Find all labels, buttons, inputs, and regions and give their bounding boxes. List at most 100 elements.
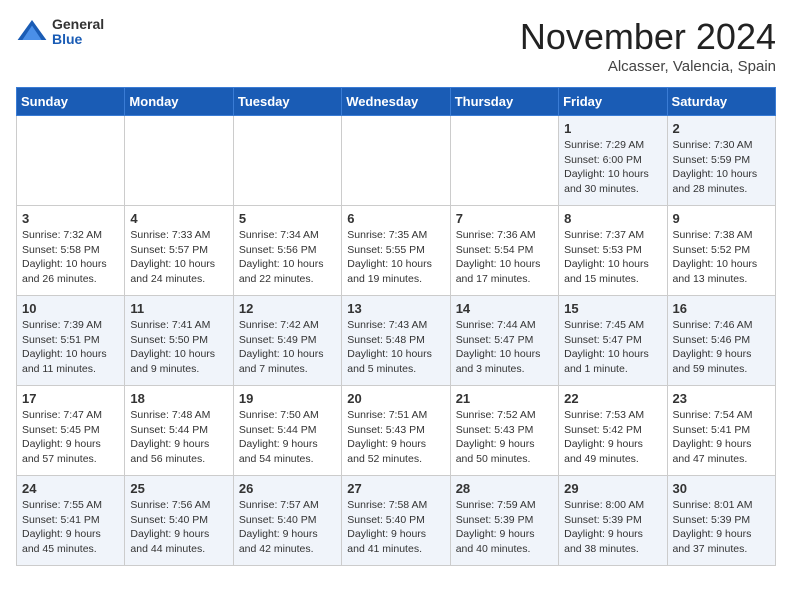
day-number: 21	[456, 391, 553, 406]
page-header: General Blue November 2024 Alcasser, Val…	[16, 16, 776, 75]
calendar-cell	[450, 116, 558, 206]
calendar-cell: 18 Sunrise: 7:48 AM Sunset: 5:44 PM Dayli…	[125, 386, 233, 476]
weekday-header: Tuesday	[233, 88, 341, 116]
day-info: Sunrise: 7:47 AM Sunset: 5:45 PM Dayligh…	[22, 408, 119, 467]
weekday-header: Thursday	[450, 88, 558, 116]
day-info: Sunrise: 7:53 AM Sunset: 5:42 PM Dayligh…	[564, 408, 661, 467]
day-info: Sunrise: 7:56 AM Sunset: 5:40 PM Dayligh…	[130, 498, 227, 557]
calendar-cell: 14 Sunrise: 7:44 AM Sunset: 5:47 PM Dayli…	[450, 296, 558, 386]
weekday-header: Sunday	[17, 88, 125, 116]
day-info: Sunrise: 7:59 AM Sunset: 5:39 PM Dayligh…	[456, 498, 553, 557]
day-info: Sunrise: 7:55 AM Sunset: 5:41 PM Dayligh…	[22, 498, 119, 557]
title-block: November 2024 Alcasser, Valencia, Spain	[520, 16, 776, 75]
calendar-week-row: 3Sunrise: 7:32 AM Sunset: 5:58 PM Daylig…	[17, 206, 776, 296]
day-number: 12	[239, 301, 336, 316]
day-info: Sunrise: 7:39 AM Sunset: 5:51 PM Dayligh…	[22, 318, 119, 377]
day-number: 19	[239, 391, 336, 406]
calendar-cell: 5 Sunrise: 7:34 AM Sunset: 5:56 PM Daylig…	[233, 206, 341, 296]
calendar-cell: 4Sunrise: 7:33 AM Sunset: 5:57 PM Daylig…	[125, 206, 233, 296]
day-number: 30	[673, 481, 770, 496]
month-title: November 2024	[520, 16, 776, 58]
day-number: 28	[456, 481, 553, 496]
calendar-cell	[233, 116, 341, 206]
calendar-cell: 11 Sunrise: 7:41 AM Sunset: 5:50 PM Dayli…	[125, 296, 233, 386]
day-info: Sunrise: 7:34 AM Sunset: 5:56 PM Dayligh…	[239, 228, 336, 287]
day-info: Sunrise: 7:48 AM Sunset: 5:44 PM Dayligh…	[130, 408, 227, 467]
calendar-cell: 27 Sunrise: 7:58 AM Sunset: 5:40 PM Dayli…	[342, 476, 450, 566]
calendar-header: SundayMondayTuesdayWednesdayThursdayFrid…	[17, 88, 776, 116]
day-number: 25	[130, 481, 227, 496]
day-number: 9	[673, 211, 770, 226]
calendar-cell: 10 Sunrise: 7:39 AM Sunset: 5:51 PM Dayli…	[17, 296, 125, 386]
logo-icon	[16, 16, 48, 48]
calendar-week-row: 1 Sunrise: 7:29 AM Sunset: 6:00 PM Daylig…	[17, 116, 776, 206]
day-info: Sunrise: 7:36 AM Sunset: 5:54 PM Dayligh…	[456, 228, 553, 287]
day-info: Sunrise: 7:29 AM Sunset: 6:00 PM Dayligh…	[564, 138, 661, 197]
day-info: Sunrise: 7:57 AM Sunset: 5:40 PM Dayligh…	[239, 498, 336, 557]
calendar-cell: 9Sunrise: 7:38 AM Sunset: 5:52 PM Daylig…	[667, 206, 775, 296]
day-info: Sunrise: 8:00 AM Sunset: 5:39 PM Dayligh…	[564, 498, 661, 557]
day-number: 7	[456, 211, 553, 226]
calendar-cell: 13Sunrise: 7:43 AM Sunset: 5:48 PM Dayli…	[342, 296, 450, 386]
day-number: 24	[22, 481, 119, 496]
calendar-cell: 2 Sunrise: 7:30 AM Sunset: 5:59 PM Daylig…	[667, 116, 775, 206]
logo-text: General Blue	[52, 17, 104, 48]
calendar-cell	[125, 116, 233, 206]
weekday-header: Friday	[559, 88, 667, 116]
day-number: 10	[22, 301, 119, 316]
day-number: 2	[673, 121, 770, 136]
day-info: Sunrise: 7:58 AM Sunset: 5:40 PM Dayligh…	[347, 498, 444, 557]
day-number: 27	[347, 481, 444, 496]
day-info: Sunrise: 7:52 AM Sunset: 5:43 PM Dayligh…	[456, 408, 553, 467]
calendar-cell: 25 Sunrise: 7:56 AM Sunset: 5:40 PM Dayli…	[125, 476, 233, 566]
logo-blue: Blue	[52, 32, 104, 47]
day-number: 13	[347, 301, 444, 316]
day-number: 1	[564, 121, 661, 136]
calendar-cell: 15 Sunrise: 7:45 AM Sunset: 5:47 PM Dayli…	[559, 296, 667, 386]
calendar-cell: 30Sunrise: 8:01 AM Sunset: 5:39 PM Dayli…	[667, 476, 775, 566]
day-info: Sunrise: 7:44 AM Sunset: 5:47 PM Dayligh…	[456, 318, 553, 377]
calendar-cell: 22 Sunrise: 7:53 AM Sunset: 5:42 PM Dayli…	[559, 386, 667, 476]
weekday-header: Saturday	[667, 88, 775, 116]
day-number: 6	[347, 211, 444, 226]
day-number: 20	[347, 391, 444, 406]
day-info: Sunrise: 7:46 AM Sunset: 5:46 PM Dayligh…	[673, 318, 770, 377]
day-number: 26	[239, 481, 336, 496]
day-number: 22	[564, 391, 661, 406]
calendar-cell	[342, 116, 450, 206]
day-info: Sunrise: 7:51 AM Sunset: 5:43 PM Dayligh…	[347, 408, 444, 467]
day-number: 17	[22, 391, 119, 406]
calendar-cell: 8Sunrise: 7:37 AM Sunset: 5:53 PM Daylig…	[559, 206, 667, 296]
location: Alcasser, Valencia, Spain	[520, 58, 776, 75]
day-number: 23	[673, 391, 770, 406]
calendar-cell: 21 Sunrise: 7:52 AM Sunset: 5:43 PM Dayli…	[450, 386, 558, 476]
day-number: 18	[130, 391, 227, 406]
calendar-body: 1 Sunrise: 7:29 AM Sunset: 6:00 PM Daylig…	[17, 116, 776, 566]
calendar-cell: 28 Sunrise: 7:59 AM Sunset: 5:39 PM Dayli…	[450, 476, 558, 566]
day-number: 11	[130, 301, 227, 316]
calendar-cell: 3Sunrise: 7:32 AM Sunset: 5:58 PM Daylig…	[17, 206, 125, 296]
day-number: 4	[130, 211, 227, 226]
day-number: 14	[456, 301, 553, 316]
day-number: 5	[239, 211, 336, 226]
logo-general: General	[52, 17, 104, 32]
calendar-cell: 17 Sunrise: 7:47 AM Sunset: 5:45 PM Dayli…	[17, 386, 125, 476]
calendar-week-row: 10 Sunrise: 7:39 AM Sunset: 5:51 PM Dayli…	[17, 296, 776, 386]
calendar-week-row: 17 Sunrise: 7:47 AM Sunset: 5:45 PM Dayli…	[17, 386, 776, 476]
weekday-row: SundayMondayTuesdayWednesdayThursdayFrid…	[17, 88, 776, 116]
calendar-cell: 24 Sunrise: 7:55 AM Sunset: 5:41 PM Dayli…	[17, 476, 125, 566]
day-info: Sunrise: 7:41 AM Sunset: 5:50 PM Dayligh…	[130, 318, 227, 377]
calendar-cell: 1 Sunrise: 7:29 AM Sunset: 6:00 PM Daylig…	[559, 116, 667, 206]
day-number: 16	[673, 301, 770, 316]
day-info: Sunrise: 7:45 AM Sunset: 5:47 PM Dayligh…	[564, 318, 661, 377]
calendar-table: SundayMondayTuesdayWednesdayThursdayFrid…	[16, 87, 776, 566]
weekday-header: Wednesday	[342, 88, 450, 116]
day-info: Sunrise: 7:30 AM Sunset: 5:59 PM Dayligh…	[673, 138, 770, 197]
logo: General Blue	[16, 16, 104, 48]
day-info: Sunrise: 7:50 AM Sunset: 5:44 PM Dayligh…	[239, 408, 336, 467]
calendar-cell: 29Sunrise: 8:00 AM Sunset: 5:39 PM Dayli…	[559, 476, 667, 566]
day-number: 15	[564, 301, 661, 316]
calendar-cell: 6 Sunrise: 7:35 AM Sunset: 5:55 PM Daylig…	[342, 206, 450, 296]
day-info: Sunrise: 7:32 AM Sunset: 5:58 PM Dayligh…	[22, 228, 119, 287]
day-info: Sunrise: 7:35 AM Sunset: 5:55 PM Dayligh…	[347, 228, 444, 287]
